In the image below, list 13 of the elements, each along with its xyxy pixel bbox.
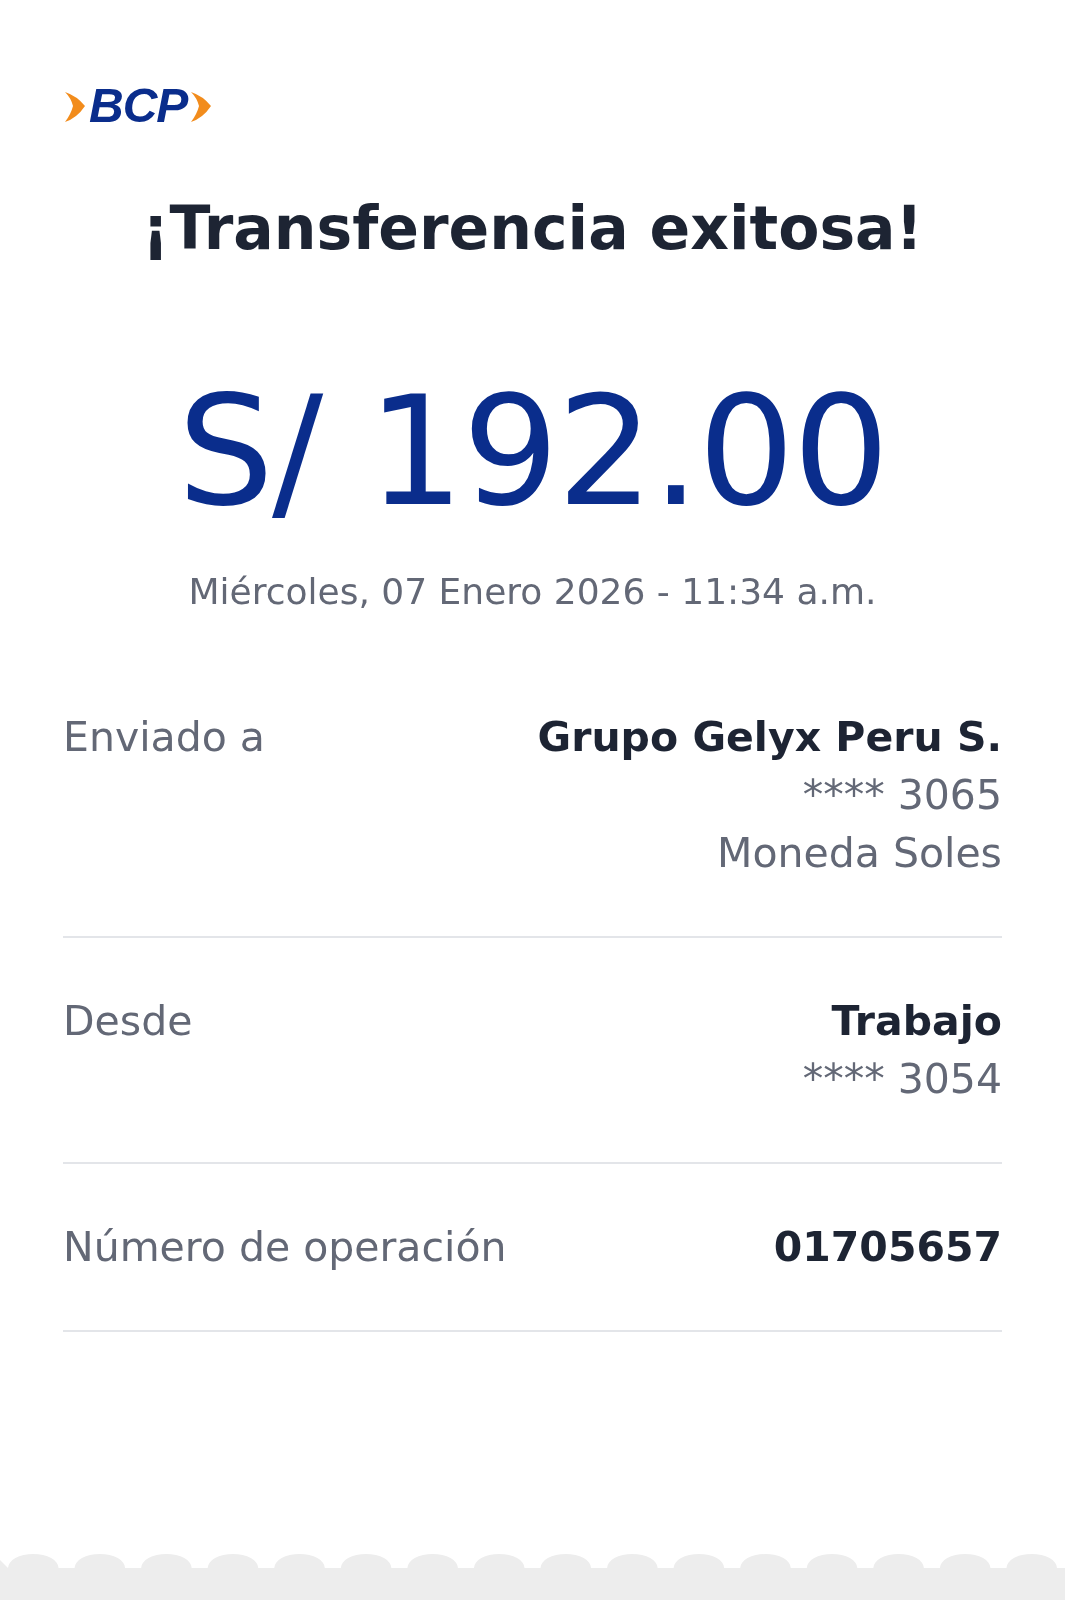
detail-label: Desde xyxy=(63,996,193,1048)
success-title: ¡Transferencia exitosa! xyxy=(141,192,924,264)
bank-logo: BCP xyxy=(89,82,188,130)
detail-label: Enviado a xyxy=(63,712,265,764)
detail-value: 01705657 xyxy=(773,1222,1002,1274)
detail-value: Grupo Gelyx Peru S. xyxy=(537,712,1002,764)
detail-value: Trabajo xyxy=(831,996,1002,1048)
detail-value: **** 3065 xyxy=(802,770,1002,822)
amount: S/ 192.00 xyxy=(176,368,889,536)
detail-value: **** 3054 xyxy=(802,1054,1002,1106)
detail-label: Número de operación xyxy=(63,1222,507,1274)
detail-value: Moneda Soles xyxy=(717,828,1002,880)
date-time: Miércoles, 07 Enero 2026 - 11:34 a.m. xyxy=(187,571,878,613)
